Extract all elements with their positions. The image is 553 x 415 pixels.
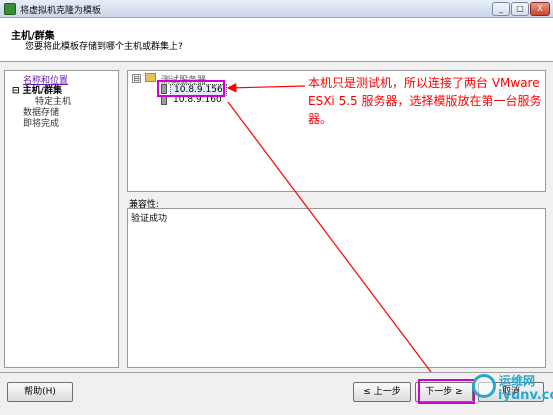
page-subtitle: 您要将此模板存储到哪个主机或群集上? [25, 42, 183, 52]
collapse-toggle[interactable]: ⊟ [132, 74, 141, 83]
back-button[interactable]: ≤ 上一步 [353, 382, 411, 402]
wizard-header: 主机/群集 您要将此模板存储到哪个主机或群集上? [0, 18, 553, 62]
compatibility-box: 验证成功 [127, 208, 546, 368]
app-icon [4, 3, 16, 15]
steps-panel: 名称和位置 ⊟ 主机/群集 特定主机 数据存储 即将完成 [4, 70, 119, 368]
help-button[interactable]: 帮助(H) [7, 382, 73, 402]
close-button[interactable]: X [530, 2, 550, 16]
watermark-logo: 运维网 iyunv.com [470, 370, 553, 415]
window-title: 将虚拟机克隆为模板 [20, 6, 102, 16]
step-ready-complete: 即将完成 [23, 119, 60, 129]
title-bar: 将虚拟机克隆为模板 _ □ X [0, 0, 553, 18]
watermark-text-1: 运维网 [499, 374, 536, 388]
highlight-box-next [418, 379, 475, 404]
watermark-text-2: iyunv.com [498, 388, 553, 403]
folder-icon [145, 73, 156, 82]
highlight-box-host [157, 80, 225, 97]
watermark-icon [472, 374, 496, 398]
annotation-text: 本机只是测试机，所以连接了两台 VMware ESXi 5.5 服务器，选择模版… [308, 76, 542, 126]
compatibility-text: 验证成功 [131, 214, 168, 224]
maximize-button[interactable]: □ [511, 2, 529, 16]
minimize-button[interactable]: _ [492, 2, 510, 16]
